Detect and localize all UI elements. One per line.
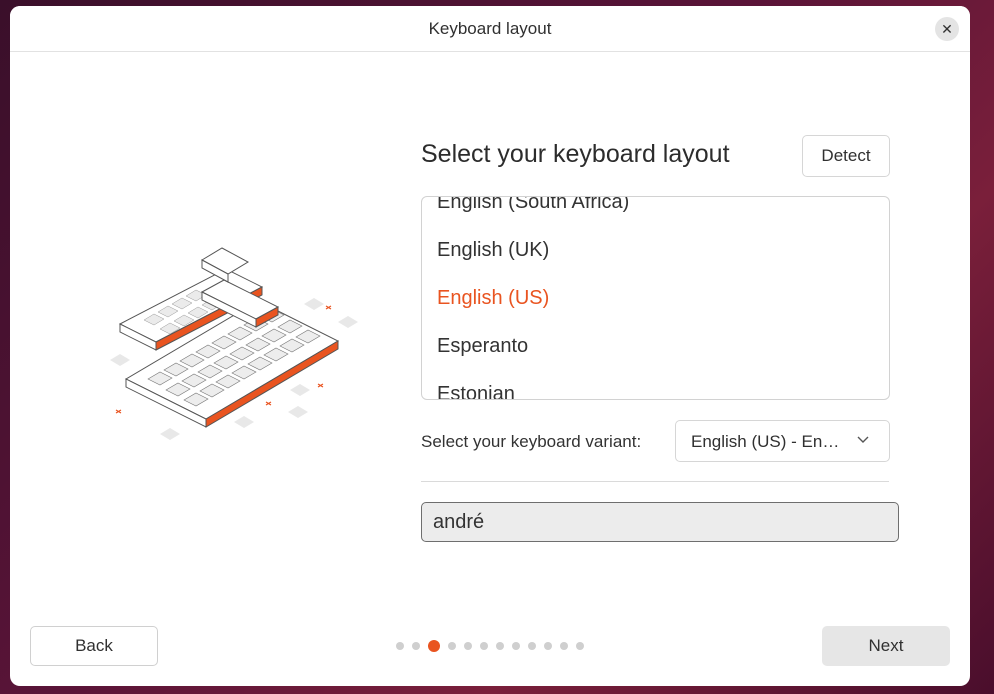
step-dot: [560, 642, 568, 650]
keyboard-illustration: [110, 247, 358, 440]
window-title: Keyboard layout: [428, 19, 552, 38]
variant-value: English (US) - English (US): [691, 432, 846, 451]
step-dot: [544, 642, 552, 650]
variant-label: Select your keyboard variant:: [421, 432, 642, 451]
list-item[interactable]: English (UK): [437, 239, 549, 262]
detect-button[interactable]: Detect: [802, 135, 890, 177]
list-item[interactable]: English (South Africa): [437, 197, 629, 214]
step-dot: [396, 642, 404, 650]
title-bar: Keyboard layout ✕: [10, 6, 970, 52]
list-item[interactable]: Estonian: [437, 383, 515, 399]
step-dot: [480, 642, 488, 650]
separator: [421, 481, 889, 482]
variant-dropdown[interactable]: English (US) - English (US): [675, 420, 890, 462]
close-icon[interactable]: ✕: [935, 17, 959, 41]
step-dot: [528, 642, 536, 650]
installer-window: Keyboard layout ✕ Select your keyboard l…: [10, 6, 970, 686]
step-dot-active: [428, 640, 440, 652]
chevron-down-icon: [857, 436, 869, 443]
back-button[interactable]: Back: [30, 626, 158, 666]
step-dot: [512, 642, 520, 650]
step-dot: [412, 642, 420, 650]
step-dot: [496, 642, 504, 650]
layout-list[interactable]: English (South Africa) English (UK) Engl…: [421, 196, 890, 400]
step-dot: [576, 642, 584, 650]
next-button[interactable]: Next: [822, 626, 950, 666]
page-heading: Select your keyboard layout: [421, 140, 730, 168]
step-dot: [448, 642, 456, 650]
list-item-selected[interactable]: English (US): [437, 287, 549, 310]
test-keyboard-input[interactable]: [421, 502, 899, 542]
step-dot: [464, 642, 472, 650]
list-item[interactable]: Esperanto: [437, 335, 528, 358]
